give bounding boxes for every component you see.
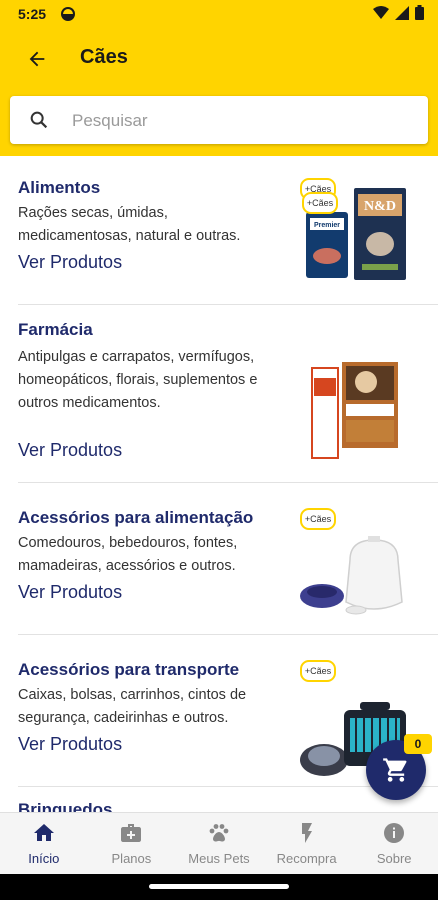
nav-label: Recompra xyxy=(276,851,337,866)
search-bar[interactable] xyxy=(10,96,428,144)
back-button[interactable] xyxy=(22,44,52,74)
divider xyxy=(18,482,438,483)
info-icon xyxy=(384,823,405,843)
flash-icon xyxy=(301,823,312,843)
cart-count-badge: 0 xyxy=(404,734,432,754)
ver-produtos-link[interactable]: Ver Produtos xyxy=(18,582,122,603)
nav-item-planos[interactable]: Planos xyxy=(88,813,176,875)
ver-produtos-link[interactable]: Ver Produtos xyxy=(18,252,122,273)
category-description: Rações secas, úmidas, medicamentosas, na… xyxy=(18,205,241,244)
cart-icon xyxy=(383,758,407,782)
category-title: Acessórios para transporte xyxy=(18,660,240,679)
category-title: Alimentos xyxy=(18,178,101,197)
divider xyxy=(18,304,438,305)
caes-badge: +Cães xyxy=(300,508,336,530)
caes-badge: +Cães xyxy=(300,660,336,682)
battery-icon xyxy=(415,5,424,20)
category-title: Acessórios para alimentação xyxy=(18,508,254,527)
product-image-farmacia xyxy=(311,362,398,459)
category-description: Antipulgas e carrapatos, vermífugos, hom… xyxy=(18,349,258,411)
search-input[interactable] xyxy=(70,106,414,136)
category-title: Brinquedos xyxy=(18,800,113,812)
notification-icon xyxy=(61,7,75,21)
medical-bag-icon xyxy=(121,824,142,842)
nav-label: Planos xyxy=(111,851,152,866)
paw-icon xyxy=(209,824,229,842)
app-bar: Cães xyxy=(0,28,438,156)
nav-item-recompra[interactable]: Recompra xyxy=(263,813,351,875)
product-image-alimentacao xyxy=(300,536,403,615)
category-description: Comedouros, bebedouros, fontes, mamadeir… xyxy=(18,535,238,574)
divider xyxy=(18,634,438,635)
category-description: Caixas, bolsas, carrinhos, cintos de seg… xyxy=(18,687,247,726)
nav-item-inicio[interactable]: Início xyxy=(0,813,88,875)
nav-label: Sobre xyxy=(376,851,412,866)
premier-label: Premier xyxy=(314,222,340,229)
category-list[interactable]: Alimentos Rações secas, úmidas, medicame… xyxy=(0,156,438,812)
ver-produtos-link[interactable]: Ver Produtos xyxy=(18,440,122,461)
status-bar: 5:25 xyxy=(0,0,438,28)
home-gesture-handle[interactable] xyxy=(149,884,289,889)
caes-badge: +Cães xyxy=(302,192,338,214)
nav-item-meus-pets[interactable]: Meus Pets xyxy=(175,813,263,875)
arrow-back-icon xyxy=(29,51,45,67)
system-navigation-bar xyxy=(0,874,438,900)
wifi-icon xyxy=(373,5,389,19)
page-title: Cães xyxy=(80,46,128,68)
search-icon xyxy=(30,111,48,129)
ver-produtos-link[interactable]: Ver Produtos xyxy=(18,734,122,755)
signal-icon xyxy=(395,5,409,20)
bottom-navigation: Início Planos Meus Pets Recompra Sobre xyxy=(0,812,438,875)
nav-label: Meus Pets xyxy=(188,851,250,866)
home-icon xyxy=(33,824,54,841)
status-time: 5:25 xyxy=(18,6,47,22)
nd-label: N&D xyxy=(364,199,396,214)
nav-label: Início xyxy=(28,851,60,866)
nav-item-sobre[interactable]: Sobre xyxy=(350,813,438,875)
category-title: Farmácia xyxy=(18,320,93,339)
